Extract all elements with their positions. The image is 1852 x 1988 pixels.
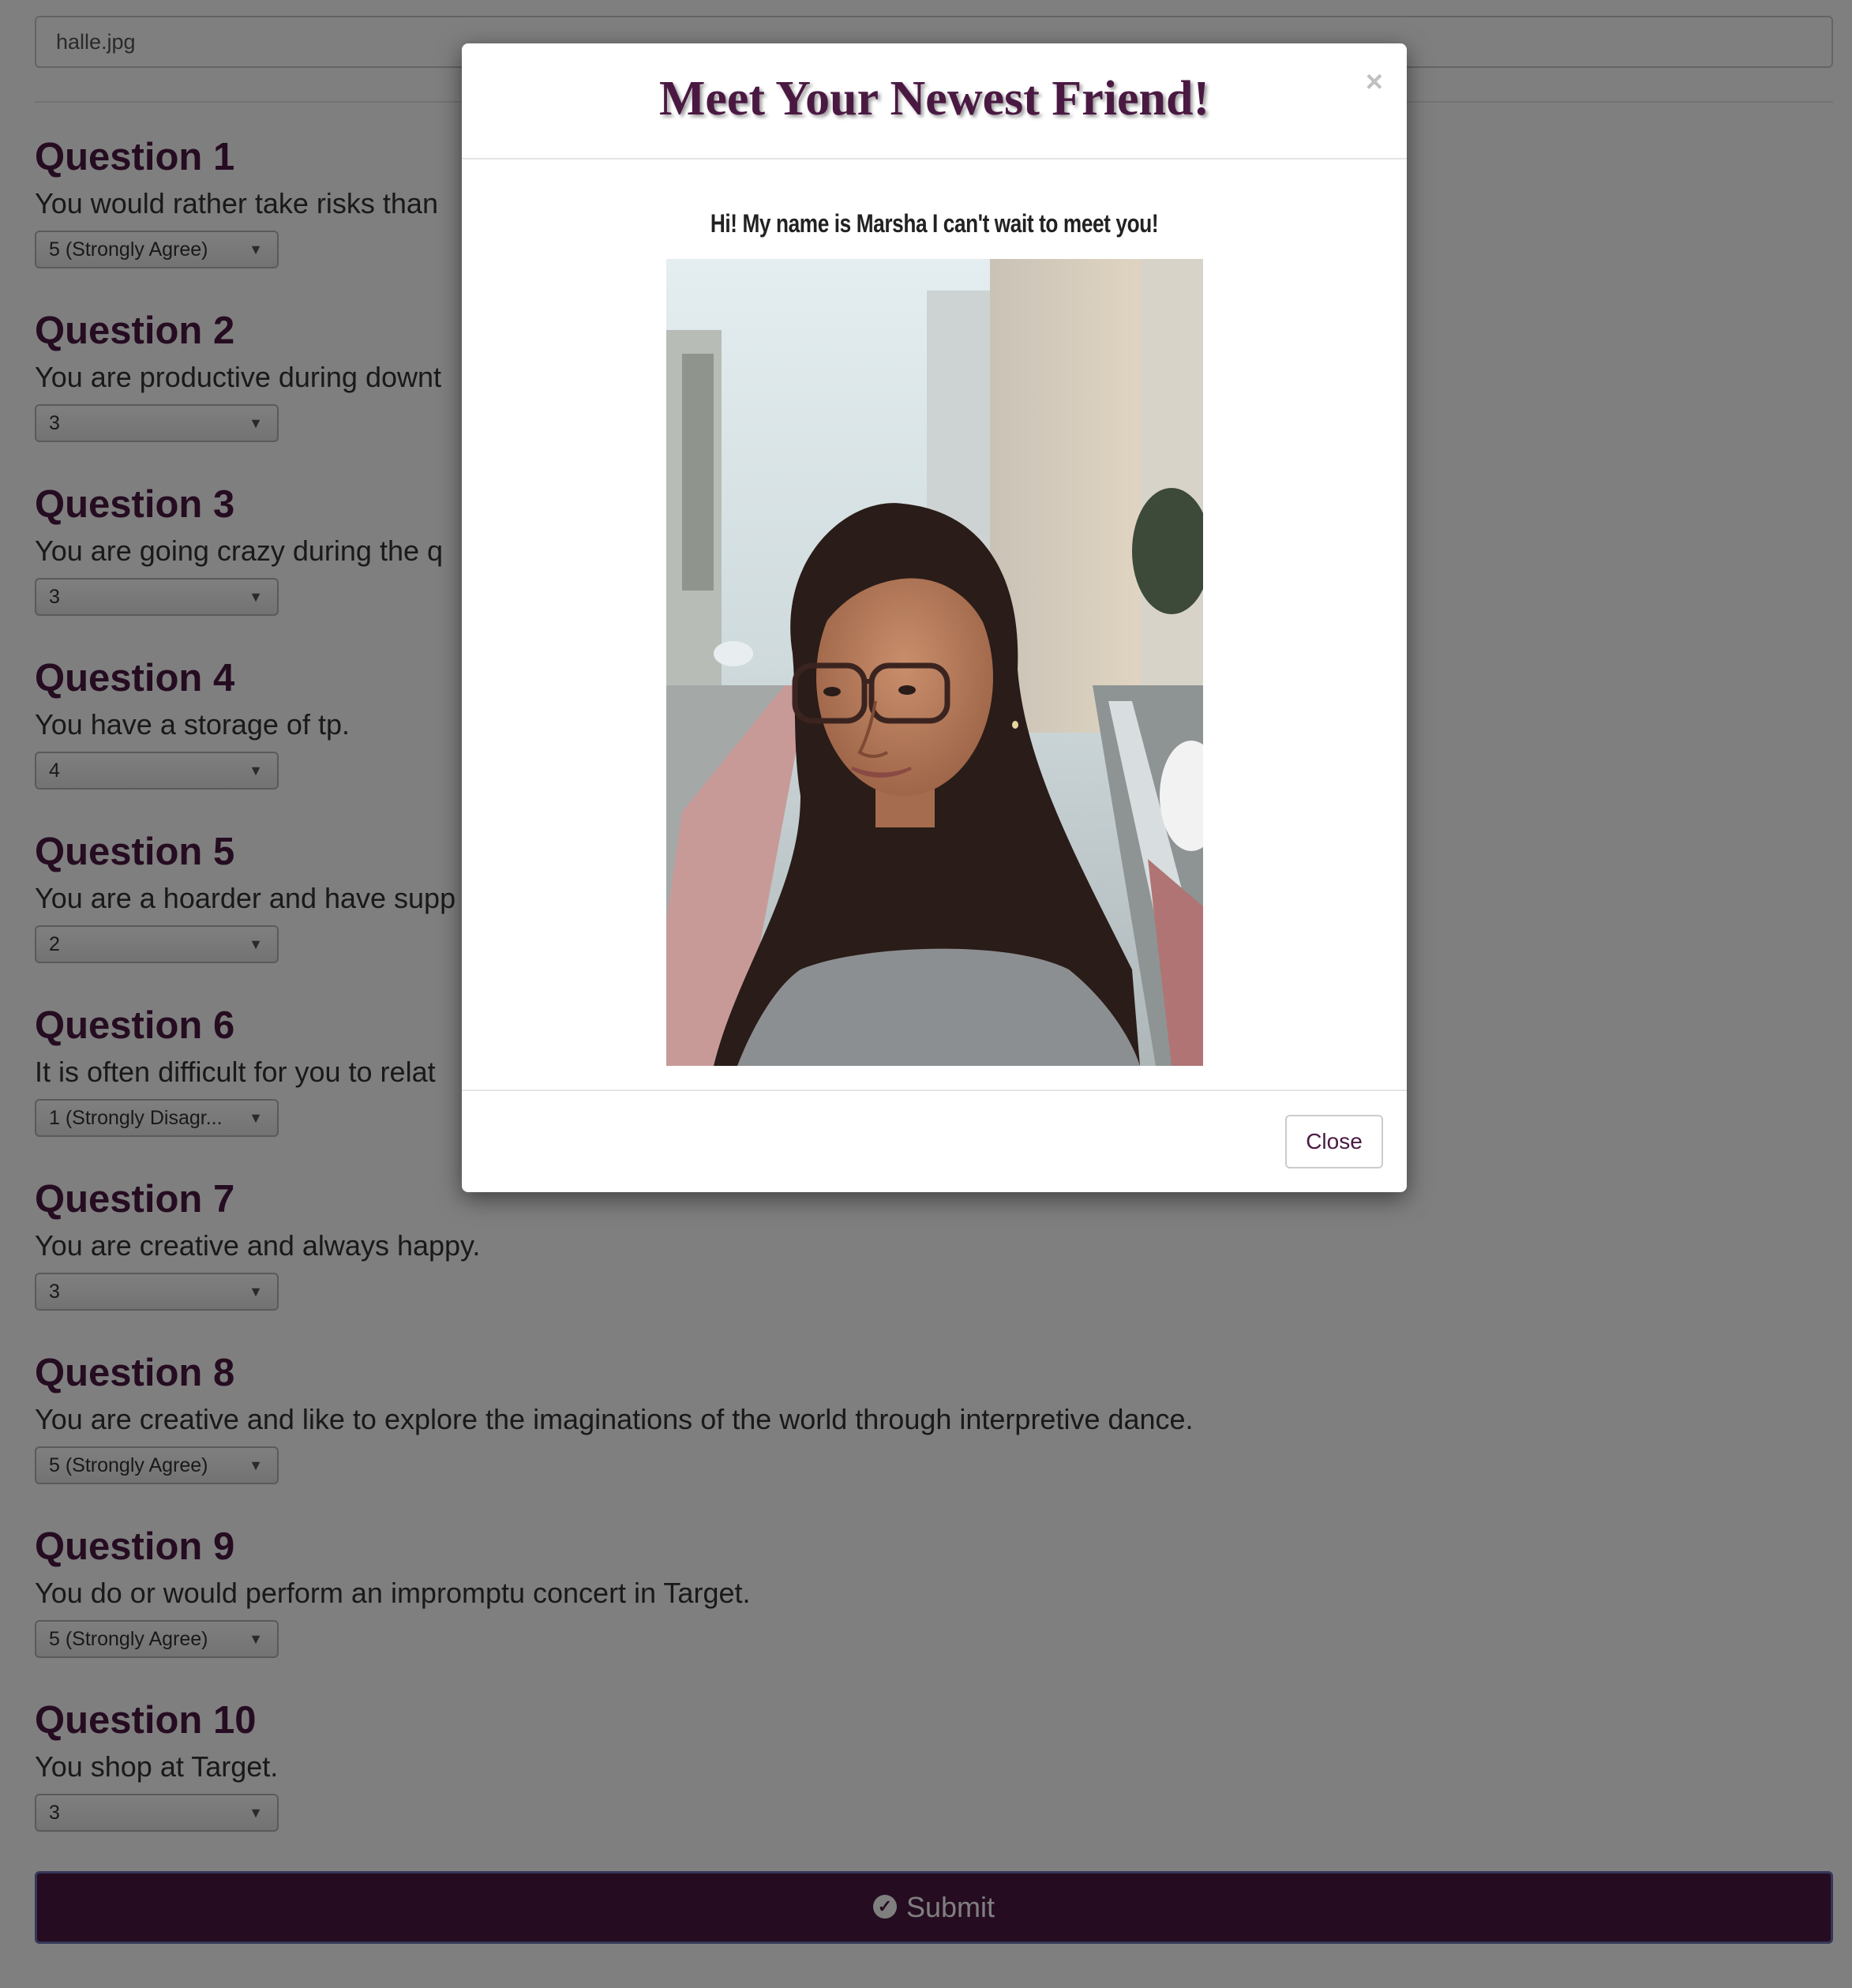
modal-header: Meet Your Newest Friend! × <box>462 43 1407 159</box>
close-button[interactable]: Close <box>1285 1115 1383 1168</box>
match-message: Hi! My name is Marsha I can't wait to me… <box>710 209 1159 238</box>
modal-title: Meet Your Newest Friend! <box>658 72 1210 126</box>
close-icon[interactable]: × <box>1366 66 1383 99</box>
friend-match-modal: Meet Your Newest Friend! × Hi! My name i… <box>462 43 1407 1192</box>
modal-footer-divider <box>462 1090 1407 1091</box>
friend-photo <box>666 259 1203 1066</box>
